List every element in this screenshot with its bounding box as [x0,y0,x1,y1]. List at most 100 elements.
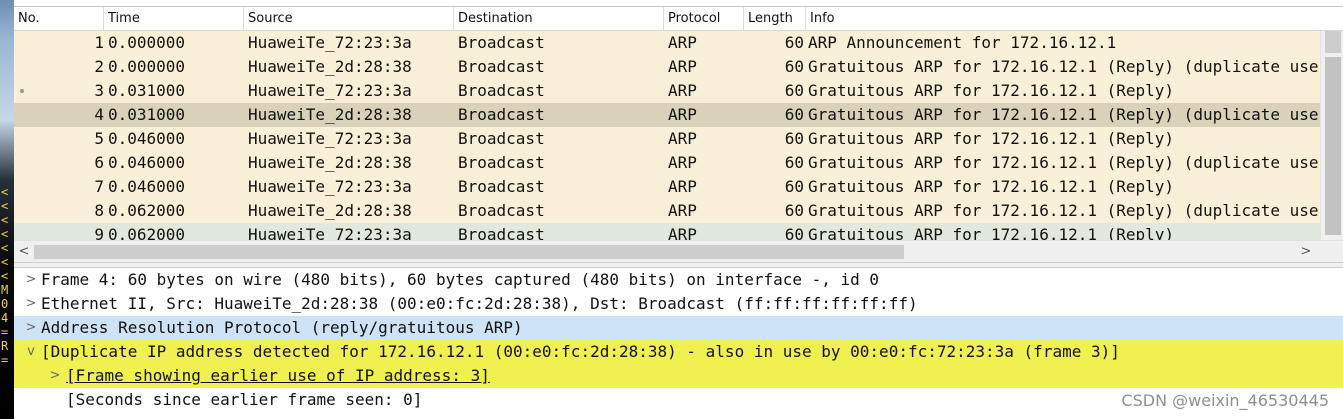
packet-time: 0.000000 [108,33,186,52]
strip-glyph: < [1,227,9,241]
packet-protocol: ARP [668,57,697,76]
packet-length: 60 [784,177,804,196]
packet-list-header: No. Time Source Destination Protocol Len… [14,7,1343,31]
packet-time: 0.046000 [108,177,186,196]
vertical-scroll-thumb[interactable] [1325,57,1341,235]
packet-source: HuaweiTe_72:23:3a [248,225,412,240]
packet-destination: Broadcast [458,177,545,196]
strip-glyph: < [1,213,9,227]
detail-tree-item[interactable]: > Address Resolution Protocol (reply/grat… [14,316,1343,340]
column-header-source[interactable]: Source [244,7,454,31]
table-row[interactable]: 2 0.000000 HuaweiTe_2d:28:38 Broadcast ARP 60… [14,55,1320,79]
packet-source: HuaweiTe_72:23:3a [248,129,412,148]
packet-info: Gratuitous ARP for 172.16.12.1 (Reply) (… [808,201,1320,220]
table-row[interactable]: 9 0.062000 HuaweiTe_72:23:3a Broadcast ARP 60… [14,223,1320,240]
packet-length: 60 [784,201,804,220]
strip-glyph: 0 [1,297,9,311]
detail-tree-item[interactable]: > Frame 4: 60 bytes on wire (480 bits), 6… [14,268,1343,292]
packet-protocol: ARP [668,105,697,124]
packet-info: Gratuitous ARP for 172.16.12.1 (Reply) (… [808,153,1320,172]
strip-glyph: = [1,325,9,339]
chevron-right-icon[interactable]: > [48,364,62,388]
horizontal-scroll-thumb[interactable] [34,245,904,259]
related-packet-marker-icon [20,89,24,93]
packet-source: HuaweiTe_72:23:3a [248,81,412,100]
strip-glyph: = [1,353,9,367]
packet-protocol: ARP [668,177,697,196]
packet-length: 60 [784,153,804,172]
column-header-no[interactable]: No. [14,7,104,31]
watermark: CSDN @weixin_46530445 [1121,391,1329,410]
packet-source: HuaweiTe_72:23:3a [248,33,412,52]
table-row[interactable]: 8 0.062000 HuaweiTe_2d:28:38 Broadcast ARP 60… [14,199,1320,223]
packet-length: 60 [784,129,804,148]
packet-length: 60 [784,57,804,76]
column-header-protocol[interactable]: Protocol [664,7,744,31]
frame-link[interactable]: [Frame showing earlier use of IP address… [66,364,490,388]
column-header-length[interactable]: Length [744,7,806,31]
table-row[interactable]: 3 0.031000 HuaweiTe_72:23:3a Broadcast ARP 60… [14,79,1320,103]
packet-info: ARP Announcement for 172.16.12.1 [808,33,1117,52]
vertical-scrollbar[interactable] [1320,31,1343,240]
strip-glyph: 4 [1,311,9,325]
packet-info: Gratuitous ARP for 172.16.12.1 (Reply) [808,81,1175,100]
packet-list[interactable]: No. Time Source Destination Protocol Len… [14,6,1343,262]
packet-destination: Broadcast [458,57,545,76]
vertical-scroll-track-top[interactable] [1325,31,1341,53]
packet-time: 0.046000 [108,153,186,172]
strip-glyph: < [1,185,9,199]
packet-source: HuaweiTe_2d:28:38 [248,153,412,172]
packet-rows: 1 0.000000 HuaweiTe_72:23:3a Broadcast ARP 60… [14,31,1320,240]
strip-glyph: < [1,199,9,213]
table-row-selected[interactable]: 4 0.031000 HuaweiTe_2d:28:38 Broadcast ARP 60… [14,103,1320,127]
packet-no: 7 [94,177,104,196]
packet-info: Gratuitous ARP for 172.16.12.1 (Reply) [808,177,1175,196]
detail-tree-label: [Duplicate IP address detected for 172.1… [41,342,1120,361]
detail-tree-item[interactable]: > Ethernet II, Src: HuaweiTe_2d:28:38 (00… [14,292,1343,316]
packet-info: Gratuitous ARP for 172.16.12.1 (Reply) [808,129,1175,148]
packet-time: 0.046000 [108,129,186,148]
detail-tree-label: Ethernet II, Src: HuaweiTe_2d:28:38 (00:… [41,294,918,313]
table-row[interactable]: 6 0.046000 HuaweiTe_2d:28:38 Broadcast ARP 60… [14,151,1320,175]
table-row[interactable]: 1 0.000000 HuaweiTe_72:23:3a Broadcast ARP 60… [14,31,1320,55]
horizontal-scrollbar[interactable]: < > [14,240,1343,262]
packet-no: 5 [94,129,104,148]
detail-tree-label: Address Resolution Protocol (reply/gratu… [41,318,523,337]
packet-protocol: ARP [668,129,697,148]
table-row[interactable]: 7 0.046000 HuaweiTe_72:23:3a Broadcast ARP 60… [14,175,1320,199]
packet-no: 9 [94,225,104,240]
packet-destination: Broadcast [458,129,545,148]
packet-time: 0.031000 [108,81,186,100]
chevron-right-icon[interactable]: > [24,292,38,316]
packet-info: Gratuitous ARP for 172.16.12.1 (Reply) (… [808,57,1320,76]
chevron-down-icon[interactable]: v [24,340,38,364]
packet-source: HuaweiTe_2d:28:38 [248,201,412,220]
strip-glyph: < [1,241,9,255]
strip-glyph: M [1,283,9,297]
packet-length: 60 [784,225,804,240]
strip-glyph: < [1,269,9,283]
packet-no: 1 [94,33,104,52]
column-header-time[interactable]: Time [104,7,244,31]
packet-destination: Broadcast [458,225,545,240]
column-header-info[interactable]: Info [806,7,1343,31]
strip-glyph: R [1,339,9,353]
chevron-right-icon[interactable]: > [24,316,38,340]
scroll-right-arrow-icon[interactable]: > [1296,241,1316,263]
packet-destination: Broadcast [458,81,545,100]
packet-time: 0.031000 [108,105,186,124]
packet-destination: Broadcast [458,153,545,172]
scroll-left-arrow-icon[interactable]: < [14,241,34,263]
packet-time: 0.000000 [108,57,186,76]
detail-tree-item[interactable]: > [Frame showing earlier use of IP addres… [14,364,1343,388]
column-header-destination[interactable]: Destination [454,7,664,31]
chevron-right-icon[interactable]: > [24,268,38,292]
packet-protocol: ARP [668,225,697,240]
detail-tree-item[interactable]: v [Duplicate IP address detected for 172.… [14,340,1343,364]
table-row[interactable]: 5 0.046000 HuaweiTe_72:23:3a Broadcast ARP 60… [14,127,1320,151]
packet-length: 60 [784,81,804,100]
packet-time: 0.062000 [108,225,186,240]
packet-destination: Broadcast [458,33,545,52]
packet-source: HuaweiTe_2d:28:38 [248,105,412,124]
packet-info: Gratuitous ARP for 172.16.12.1 (Reply) [808,225,1175,240]
